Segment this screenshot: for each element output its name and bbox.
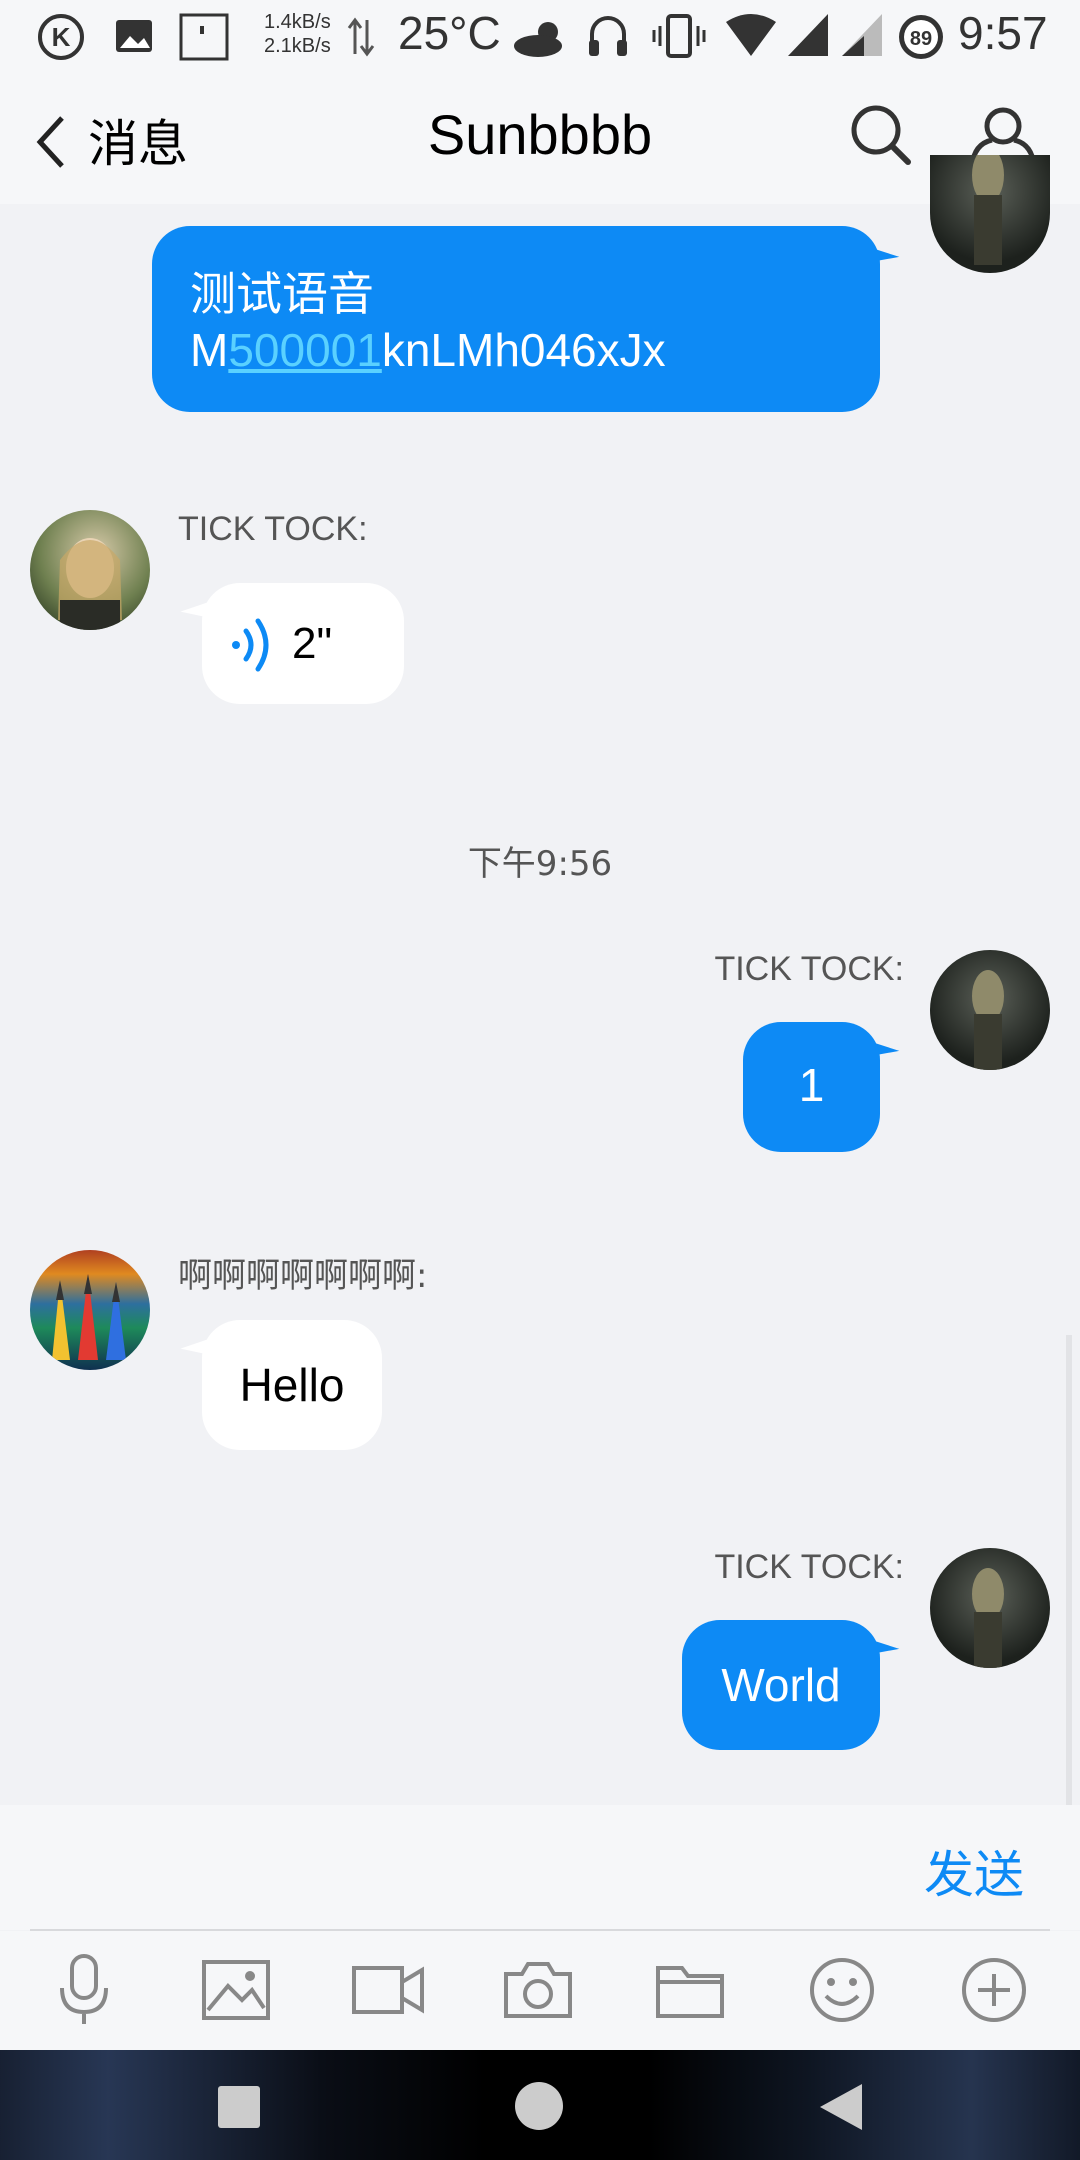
message-text: World [721, 1659, 841, 1711]
temperature: 25°C [398, 7, 501, 59]
sender-name: 啊啊啊啊啊啊啊: [178, 1256, 428, 1296]
avatar[interactable] [930, 155, 1050, 273]
message-text: 测试语音 M500001knLMh046xJx [190, 266, 666, 378]
message-text: Hello [239, 1359, 345, 1411]
message-text: 1 [798, 1059, 825, 1111]
gallery-icon [116, 20, 152, 52]
image-icon[interactable] [196, 1950, 276, 2030]
page-title: Sunbbbb [427, 103, 653, 166]
message-bubble[interactable]: 测试语音 M500001knLMh046xJx [152, 226, 880, 412]
camera-icon[interactable] [498, 1950, 578, 2030]
avatar[interactable] [930, 950, 1050, 1070]
number-link[interactable]: 500001 [228, 324, 382, 376]
net-up-speed: 1.4kB/s [264, 11, 331, 33]
weather-icon [514, 22, 562, 57]
folder-icon[interactable] [650, 1950, 730, 2030]
voice-wave-icon [232, 618, 269, 672]
text-suffix: knLMh046xJx [381, 324, 666, 376]
sender-name: TICK TOCK: [714, 1548, 904, 1586]
microphone-icon[interactable] [44, 1950, 124, 2030]
recent-apps-button[interactable] [218, 2086, 260, 2128]
avatar[interactable] [930, 1548, 1050, 1668]
avatar[interactable] [30, 510, 150, 630]
data-transfer-icon [347, 17, 375, 57]
sim-card-icon [179, 13, 229, 61]
back-button[interactable]: 消息 [28, 102, 208, 182]
status-bar: K 1.4kB/s 2.1kB/s 25°C 89 9:57 [0, 0, 1080, 72]
message-line: M500001knLMh046xJx [190, 322, 666, 378]
search-icon[interactable] [848, 102, 912, 168]
voice-duration: 2" [292, 619, 333, 668]
sender-name: TICK TOCK: [178, 510, 368, 548]
clock: 9:57 [958, 7, 1048, 59]
scrollbar[interactable] [1066, 1335, 1072, 1805]
back-label: 消息 [88, 115, 188, 173]
back-nav-button[interactable] [816, 2082, 866, 2132]
send-button[interactable]: 发送 [924, 1835, 1024, 1907]
net-down-speed: 2.1kB/s [264, 35, 331, 57]
signal-2-icon [842, 14, 882, 56]
chevron-left-icon [36, 116, 64, 168]
navigation-bar [0, 2050, 1080, 2160]
network-speed: 1.4kB/s 2.1kB/s [264, 10, 331, 58]
avatar[interactable] [30, 1250, 150, 1370]
sender-name: TICK TOCK: [714, 950, 904, 988]
message-bubble[interactable]: World [682, 1620, 880, 1750]
signal-icon [788, 14, 828, 56]
message-input[interactable] [30, 1825, 894, 1911]
video-icon[interactable] [348, 1950, 428, 2030]
header: 消息 Sunbbbb [0, 72, 1080, 204]
message-bubble[interactable]: Hello [202, 1320, 382, 1450]
input-bar: 发送 [0, 1805, 1080, 1931]
text-prefix: M [190, 324, 229, 376]
home-button[interactable] [515, 2082, 563, 2130]
svg-text:K: K [52, 22, 71, 52]
battery-icon: 89 [899, 15, 943, 59]
battery-level: 89 [910, 28, 932, 50]
emoji-icon[interactable] [802, 1950, 882, 2030]
wifi-icon [726, 14, 776, 56]
message-bubble[interactable]: 1 [743, 1022, 880, 1152]
headphones-icon [589, 16, 627, 56]
timestamp: 下午9:56 [467, 844, 613, 884]
plus-icon[interactable] [954, 1950, 1034, 2030]
voice-message-bubble[interactable]: 2" [202, 583, 404, 704]
message-line: 测试语音 [190, 268, 374, 320]
vibrate-icon [652, 14, 706, 58]
k-app-icon: K [38, 14, 84, 60]
